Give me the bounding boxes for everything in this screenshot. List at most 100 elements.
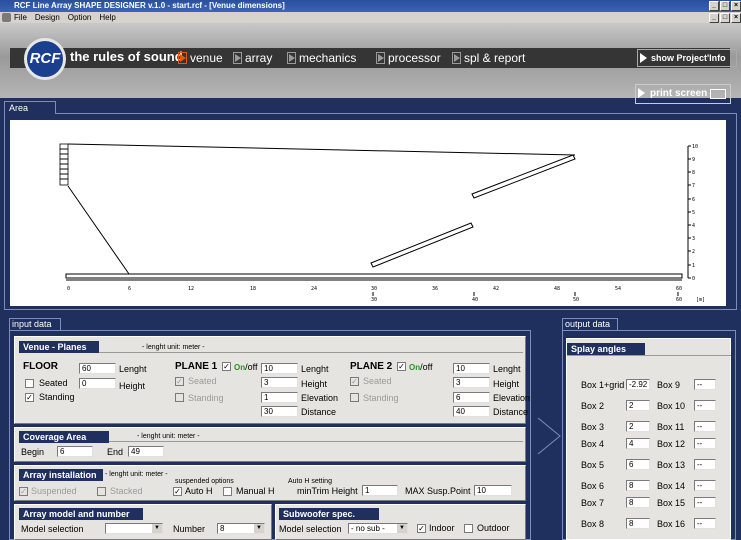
y-tick-label: 5 bbox=[692, 210, 695, 216]
array-installation-header: Array installation bbox=[19, 469, 103, 481]
mdi-restore-button[interactable]: □ bbox=[720, 13, 730, 23]
subwoofer-model-select[interactable]: - no sub - ▼ bbox=[348, 523, 408, 534]
box-label: Box 5 bbox=[581, 460, 605, 470]
box-angle-output: 6 bbox=[626, 459, 650, 470]
mdi-close-button[interactable]: × bbox=[731, 13, 741, 23]
box-label: Box 1+grid bbox=[581, 380, 625, 390]
box-angle-output: -- bbox=[694, 518, 716, 529]
coverage-top-line bbox=[67, 143, 576, 156]
coverage-area-group: Coverage Area - lenght unit: meter - Beg… bbox=[14, 427, 526, 462]
maximize-button[interactable]: □ bbox=[720, 1, 730, 11]
tab-mechanics[interactable]: mechanics bbox=[285, 49, 356, 67]
y-tick-label: 10 bbox=[692, 144, 698, 150]
plane-1-elevation-input[interactable]: 1 bbox=[261, 392, 298, 403]
array-model-label: Model selection bbox=[21, 524, 84, 534]
arrow-icon bbox=[178, 52, 187, 64]
tab-spl-report[interactable]: spl & report bbox=[450, 49, 525, 67]
floor-seated-checkbox[interactable] bbox=[25, 379, 34, 388]
tab-processor[interactable]: processor bbox=[374, 49, 441, 67]
box-angle-output: -- bbox=[694, 438, 716, 449]
number-select[interactable]: 8 ▼ bbox=[217, 523, 265, 534]
plane-1-standing-checkbox[interactable] bbox=[175, 393, 184, 402]
plane-1-height-input[interactable]: 3 bbox=[261, 377, 298, 388]
floor-height-input[interactable]: 0 bbox=[79, 378, 116, 389]
manual-h-checkbox[interactable] bbox=[223, 487, 232, 496]
plane-1-seated-checkbox[interactable]: ✓ bbox=[175, 377, 184, 386]
floor-length-input[interactable]: 60 bbox=[79, 363, 116, 374]
x-tick-label-row2: 40 bbox=[472, 297, 478, 303]
venue-planes-group: Venue - Planes - lenght unit: meter - FL… bbox=[14, 336, 530, 424]
unit-note: - lenght unit: meter - bbox=[105, 471, 168, 478]
y-tick-label: 6 bbox=[692, 197, 695, 203]
minimize-button[interactable]: _ bbox=[709, 1, 719, 11]
box-label: Box 12 bbox=[657, 439, 686, 449]
floor-title: FLOOR bbox=[23, 361, 58, 372]
plane-2-on-checkbox[interactable]: ✓ bbox=[397, 362, 406, 371]
tab-array[interactable]: array bbox=[231, 49, 272, 67]
box-angle-output: 8 bbox=[626, 497, 650, 508]
box-label: Box 2 bbox=[581, 401, 605, 411]
plane-2-length-input[interactable]: 10 bbox=[453, 363, 490, 374]
arrow-icon bbox=[640, 53, 647, 63]
end-input[interactable]: 49 bbox=[128, 446, 164, 457]
outdoor-checkbox[interactable] bbox=[464, 524, 473, 533]
floor-standing-checkbox[interactable]: ✓ bbox=[25, 393, 34, 402]
plane-2-standing-label: Standing bbox=[363, 393, 399, 403]
menu-file[interactable]: File bbox=[14, 12, 27, 23]
min-trim-input[interactable]: 1 bbox=[362, 485, 398, 496]
menu-option[interactable]: Option bbox=[68, 12, 92, 23]
tab-venue[interactable]: venue bbox=[176, 49, 223, 67]
plane-2-elevation-input[interactable]: 6 bbox=[453, 392, 490, 403]
indoor-checkbox[interactable]: ✓ bbox=[417, 524, 426, 533]
plane-1-length-label: Lenght bbox=[301, 364, 329, 374]
max-susp-label: MAX Susp.Point bbox=[405, 486, 471, 496]
plane-1-length-input[interactable]: 10 bbox=[261, 363, 298, 374]
auto-h-checkbox[interactable]: ✓ bbox=[173, 487, 182, 496]
array-model-select[interactable]: ▼ bbox=[105, 523, 163, 534]
box-angle-output: 4 bbox=[626, 438, 650, 449]
array-installation-group: Array installation - lenght unit: meter … bbox=[14, 465, 526, 501]
begin-input[interactable]: 6 bbox=[57, 446, 93, 457]
print-screen-button[interactable]: print screen bbox=[635, 84, 731, 104]
document-icon bbox=[2, 13, 11, 22]
venue-drawing: 10 9 8 7 6 5 4 3 2 1 0 0 6 12 18 24 30 3… bbox=[59, 143, 705, 303]
y-tick-label: 1 bbox=[692, 263, 695, 269]
box-label: Box 10 bbox=[657, 401, 686, 411]
max-susp-input[interactable]: 10 bbox=[474, 485, 512, 496]
suspended-checkbox[interactable]: ✓ bbox=[19, 487, 28, 496]
splay-angles-header: Splay angles bbox=[567, 343, 645, 355]
menu-design[interactable]: Design bbox=[35, 12, 60, 23]
divider bbox=[567, 355, 731, 356]
mdi-minimize-button[interactable]: _ bbox=[709, 13, 719, 23]
plane-2-distance-input[interactable]: 40 bbox=[453, 406, 490, 417]
line-array bbox=[59, 143, 69, 186]
plane-2 bbox=[471, 154, 576, 199]
floor-height-label: Height bbox=[119, 381, 146, 391]
x-tick-label: 6 bbox=[128, 286, 131, 292]
subwoofer-header: Subwoofer spec. bbox=[279, 508, 379, 520]
plane-1-on-checkbox[interactable]: ✓ bbox=[222, 362, 231, 371]
box-label: Box 3 bbox=[581, 422, 605, 432]
plane-1-distance-input[interactable]: 30 bbox=[261, 406, 298, 417]
x-tick-label: 0 bbox=[67, 286, 70, 292]
auto-h-label: Auto H bbox=[185, 486, 213, 496]
stacked-checkbox[interactable] bbox=[97, 487, 106, 496]
tagline: the rules of sound bbox=[70, 49, 183, 64]
y-tick-label: 9 bbox=[692, 157, 695, 163]
begin-label: Begin bbox=[21, 447, 45, 457]
menu-bar: File Design Option Help bbox=[0, 12, 741, 23]
close-button[interactable]: × bbox=[731, 1, 741, 11]
plane-2-title: PLANE 2 bbox=[350, 361, 393, 372]
menu-help[interactable]: Help bbox=[99, 12, 115, 23]
divider bbox=[99, 352, 523, 353]
x-tick-label: 12 bbox=[188, 286, 194, 292]
plane-2-seated-checkbox[interactable]: ✓ bbox=[350, 377, 359, 386]
box-angle-output: -- bbox=[694, 497, 716, 508]
plane-2-height-input[interactable]: 3 bbox=[453, 377, 490, 388]
plane-2-standing-checkbox[interactable] bbox=[350, 393, 359, 402]
plane-1-onoff: On/off bbox=[234, 362, 258, 372]
y-tick-label: 0 bbox=[692, 276, 695, 282]
floor-plane bbox=[65, 273, 683, 279]
show-project-info-button[interactable]: show Project'Info bbox=[637, 49, 737, 67]
plane-1-distance-label: Distance bbox=[301, 407, 337, 417]
